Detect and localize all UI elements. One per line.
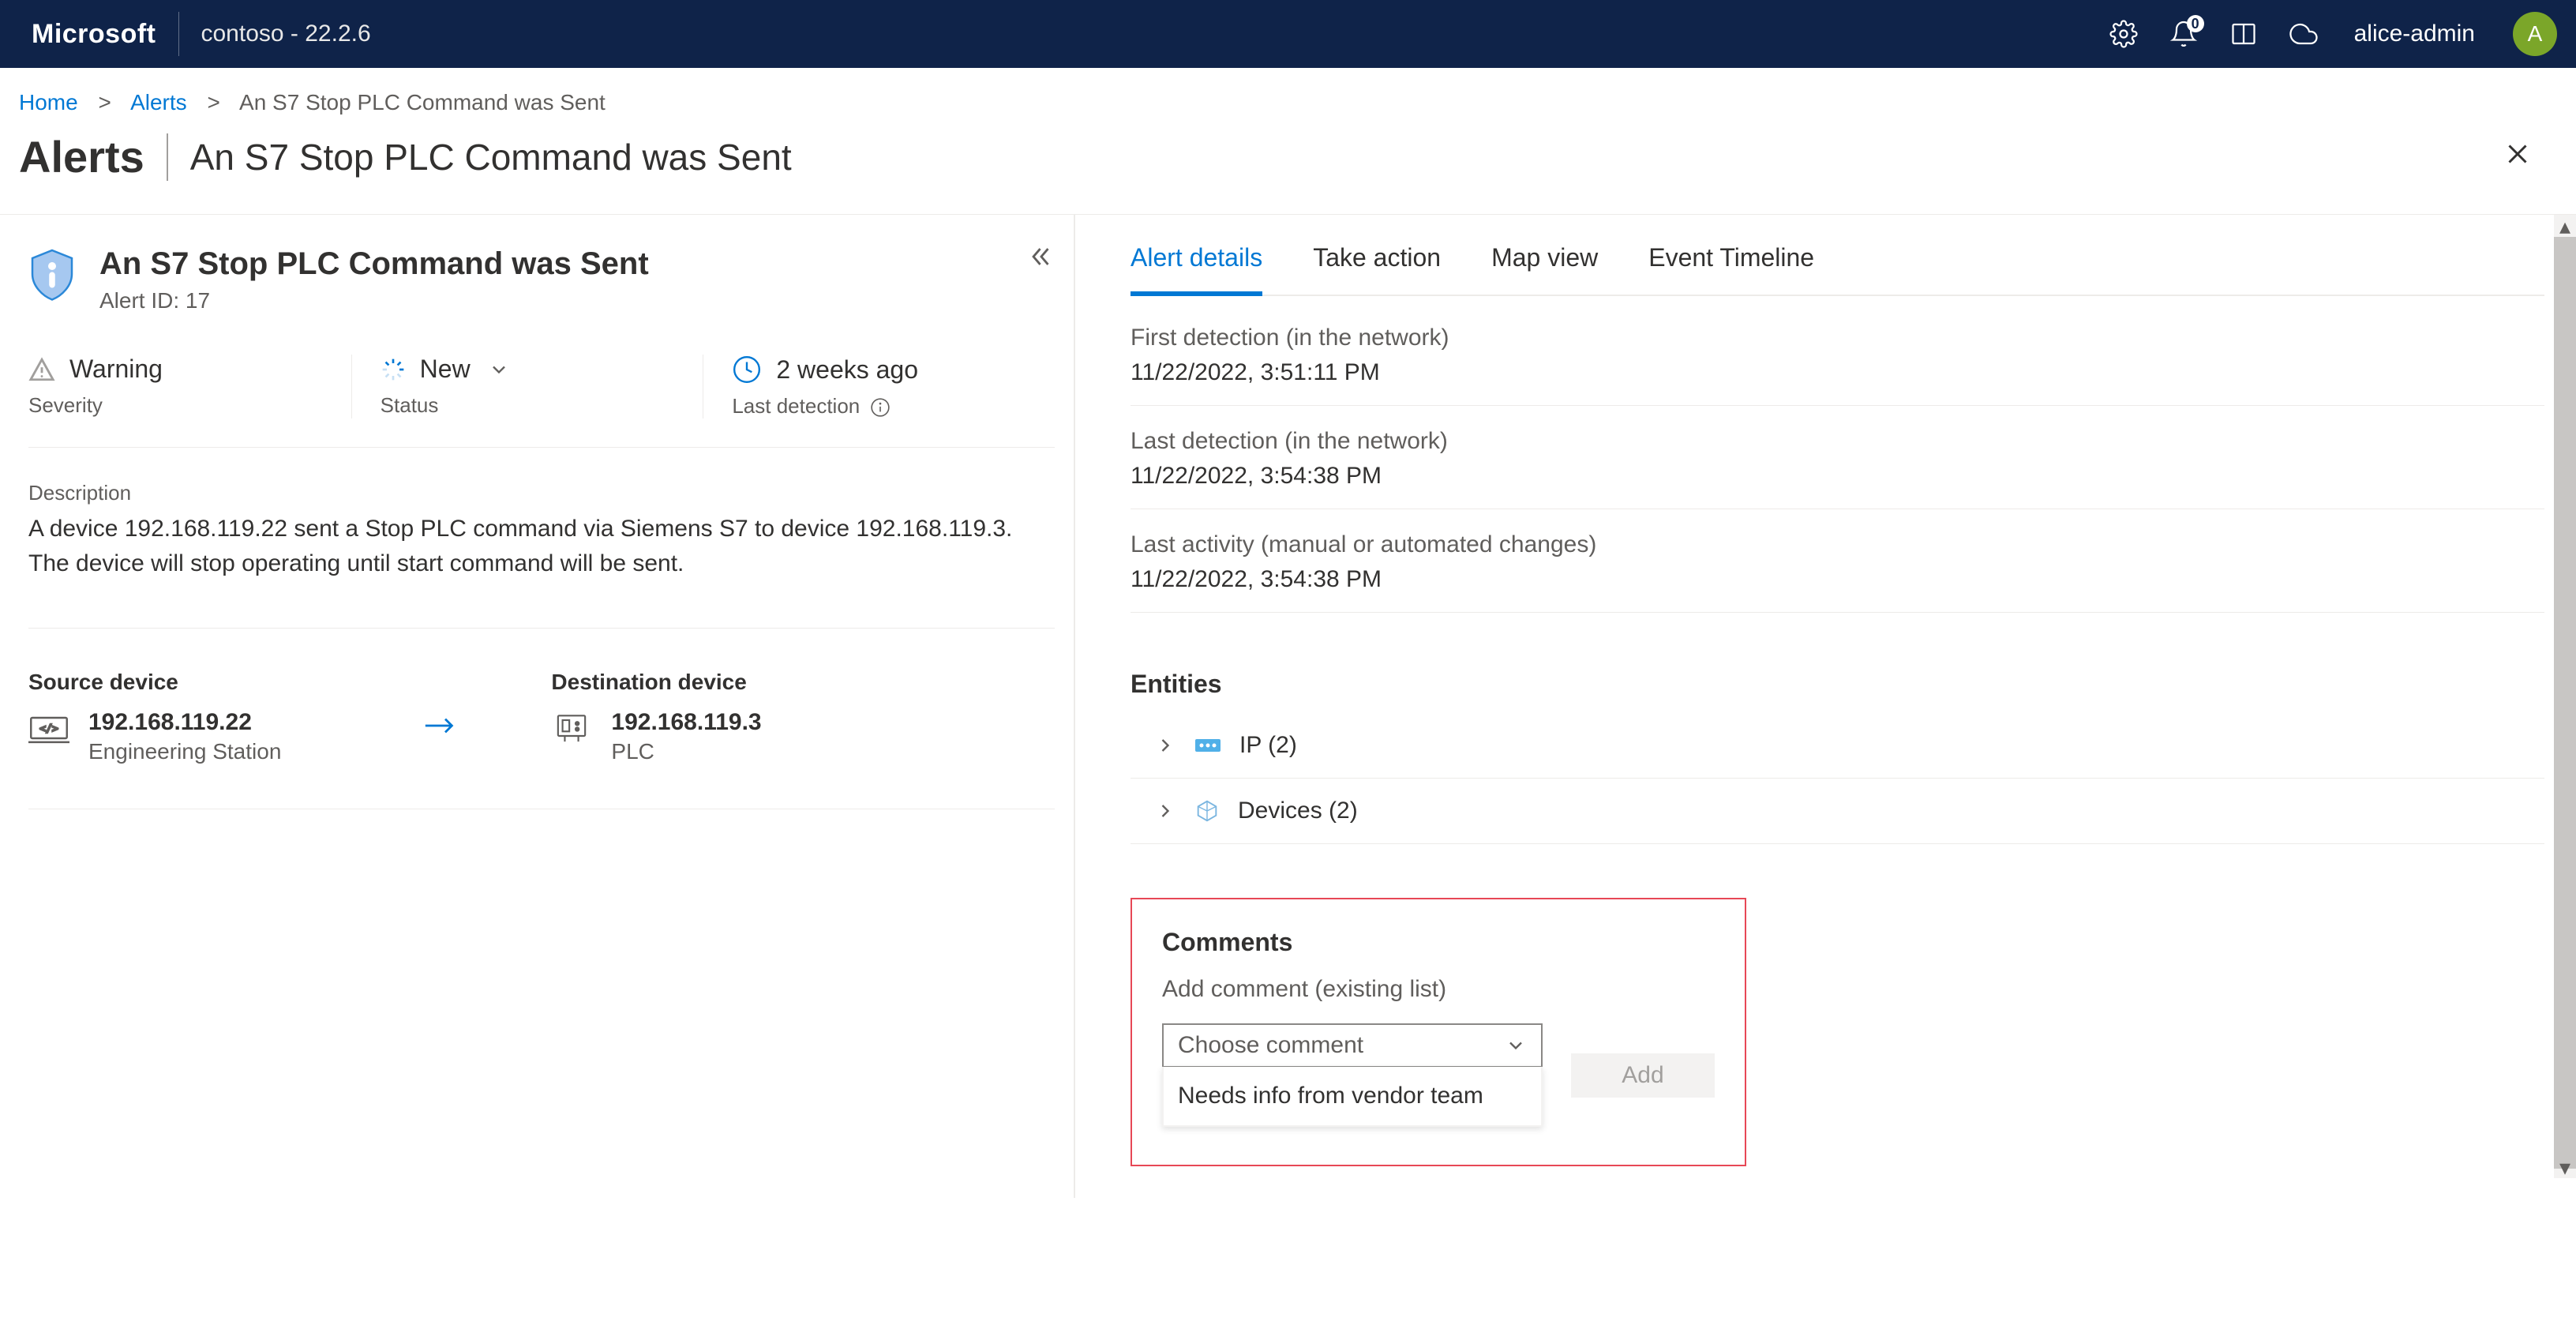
first-detection-label: First detection (in the network) [1131, 325, 2544, 351]
arrow-icon [423, 714, 456, 743]
entities-title: Entities [1131, 670, 2544, 699]
breadcrumb-home[interactable]: Home [19, 90, 78, 114]
last-activity-label: Last activity (manual or automated chang… [1131, 531, 2544, 558]
chevron-down-icon [488, 358, 510, 381]
comment-placeholder: Choose comment [1178, 1032, 1363, 1059]
close-button[interactable] [2497, 133, 2538, 180]
add-comment-button[interactable]: Add [1571, 1053, 1715, 1098]
last-detection-value: 2 weeks ago [776, 355, 918, 385]
tab-map-view[interactable]: Map view [1491, 243, 1598, 295]
entity-devices-row[interactable]: Devices (2) [1131, 779, 2544, 844]
source-ip[interactable]: 192.168.119.22 [88, 709, 281, 736]
plc-icon [551, 712, 592, 744]
chevron-right-icon [1154, 734, 1176, 756]
divider [178, 12, 179, 56]
description-text: A device 192.168.119.22 sent a Stop PLC … [28, 512, 1039, 580]
alert-id: Alert ID: 17 [99, 288, 649, 313]
scrollbar-track[interactable]: ▴ ▾ [2554, 215, 2576, 1178]
docs-icon[interactable] [2228, 18, 2259, 50]
comment-dropdown-menu: Needs info from vendor team [1162, 1067, 1543, 1127]
comments-title: Comments [1162, 928, 1715, 957]
severity-label: Severity [28, 393, 323, 418]
breadcrumb-current: An S7 Stop PLC Command was Sent [239, 90, 606, 114]
source-device-label: Source device [28, 670, 281, 695]
source-type: Engineering Station [88, 739, 281, 764]
notifications-icon[interactable]: 0 [2168, 18, 2199, 50]
destination-ip[interactable]: 192.168.119.3 [611, 709, 761, 736]
collapse-panel-button[interactable] [1028, 243, 1055, 276]
page-subtitle: An S7 Stop PLC Command was Sent [190, 136, 792, 178]
last-activity-value: 11/22/2022, 3:54:38 PM [1131, 566, 2544, 593]
breadcrumb: Home > Alerts > An S7 Stop PLC Command w… [0, 68, 2576, 125]
description-label: Description [28, 481, 1055, 505]
last-detection-value: 11/22/2022, 3:54:38 PM [1131, 463, 2544, 490]
tenant-label: contoso - 22.2.6 [201, 21, 371, 47]
right-panel: Alert details Take action Map view Event… [1075, 215, 2576, 1198]
last-detection-label: Last detection [732, 394, 1026, 419]
scrollbar-thumb[interactable] [2554, 237, 2576, 1169]
severity-value: Warning [69, 355, 163, 384]
entity-ip-row[interactable]: IP (2) [1131, 713, 2544, 779]
username-label: alice-admin [2354, 21, 2475, 47]
user-avatar[interactable]: A [2513, 12, 2557, 56]
breadcrumb-alerts[interactable]: Alerts [130, 90, 187, 114]
top-bar: Microsoft contoso - 22.2.6 0 alice-admin… [0, 0, 2576, 68]
page-title-row: Alerts An S7 Stop PLC Command was Sent [0, 125, 2576, 215]
divider [167, 133, 168, 181]
left-panel: An S7 Stop PLC Command was Sent Alert ID… [0, 215, 1075, 1198]
tab-take-action[interactable]: Take action [1313, 243, 1441, 295]
cloud-icon[interactable] [2288, 18, 2319, 50]
settings-icon[interactable] [2108, 18, 2139, 50]
device-icon [1194, 798, 1221, 824]
notification-badge: 0 [2187, 15, 2204, 32]
destination-device-label: Destination device [551, 670, 761, 695]
warning-icon [28, 356, 55, 383]
status-label: Status [381, 393, 675, 418]
status-value: New [420, 355, 471, 384]
last-detection-label: Last detection (in the network) [1131, 428, 2544, 455]
first-detection-value: 11/22/2022, 3:51:11 PM [1131, 359, 2544, 386]
comment-dropdown[interactable]: Choose comment [1162, 1023, 1543, 1068]
comments-section: Comments Add comment (existing list) Cho… [1131, 898, 1746, 1166]
tab-event-timeline[interactable]: Event Timeline [1648, 243, 1814, 295]
brand-logo: Microsoft [32, 19, 156, 50]
chevron-down-icon [1505, 1034, 1527, 1057]
page-title: Alerts [19, 131, 144, 182]
comment-option[interactable]: Needs info from vendor team [1178, 1083, 1527, 1109]
scroll-up-icon[interactable]: ▴ [2554, 215, 2576, 237]
destination-type: PLC [611, 739, 761, 764]
alert-title: An S7 Stop PLC Command was Sent [99, 246, 649, 282]
tabs: Alert details Take action Map view Event… [1131, 243, 2544, 296]
status-icon [381, 357, 406, 382]
scroll-down-icon[interactable]: ▾ [2554, 1156, 2576, 1178]
breadcrumb-sep: > [207, 90, 219, 114]
ip-icon [1194, 734, 1222, 756]
tab-alert-details[interactable]: Alert details [1131, 243, 1262, 296]
add-comment-label: Add comment (existing list) [1162, 976, 1715, 1003]
entity-ip-label: IP (2) [1239, 732, 1297, 759]
workstation-icon: </> [28, 712, 69, 744]
svg-text:</>: </> [39, 723, 58, 735]
chevron-right-icon [1154, 800, 1176, 822]
entity-devices-label: Devices (2) [1238, 798, 1358, 824]
breadcrumb-sep: > [98, 90, 111, 114]
clock-icon [732, 355, 762, 385]
shield-icon [28, 246, 76, 302]
info-icon[interactable] [870, 397, 891, 418]
status-dropdown[interactable]: New [381, 355, 675, 384]
